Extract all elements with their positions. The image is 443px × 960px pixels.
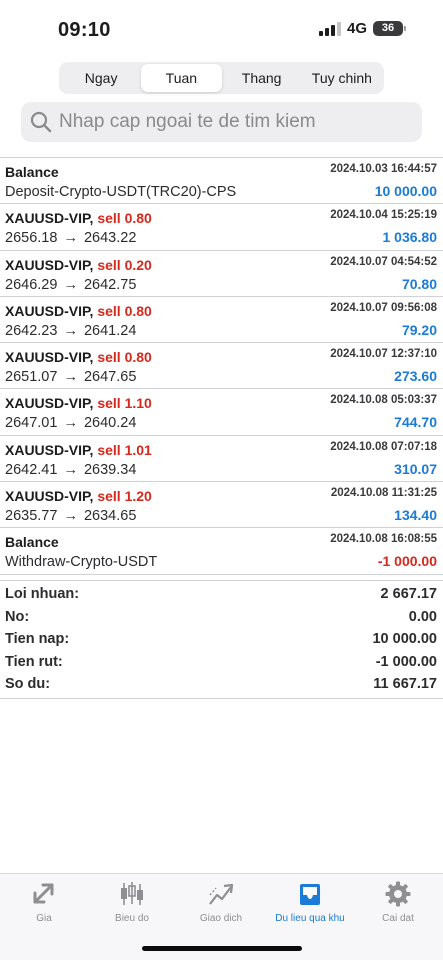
row-detail: Deposit-Crypto-USDT(TRC20)-CPS (5, 184, 237, 200)
history-row-withdraw[interactable]: Balance Withdraw-Crypto-USDT 2024.10.08 … (0, 528, 443, 575)
price-icon (33, 883, 54, 904)
summary-credit: No: 0.00 (5, 608, 437, 625)
status-indicators: 4G 36 (318, 20, 406, 37)
row-detail: Withdraw-Crypto-USDT (5, 554, 158, 571)
candlestick-chart-icon (121, 882, 143, 905)
arrow-right-icon: → (59, 369, 82, 386)
row-prices: 2642.41 → 2639.34 (5, 461, 137, 478)
search-bar[interactable] (21, 102, 422, 142)
row-amount: 79.20 (401, 321, 437, 338)
summary-balance: So du: 11 667.17 (5, 676, 437, 693)
trade-icon (209, 883, 234, 905)
row-prices: 2635.77 → 2634.65 (5, 508, 137, 525)
row-time: 2024.10.08 16:08:55 (330, 533, 437, 546)
row-side: sell 1.20 (97, 488, 152, 505)
summary-profit: Loi nhuan: 2 667.17 (5, 586, 437, 603)
row-prices: 2647.01 → 2640.24 (5, 415, 137, 432)
row-amount: -1 000.00 (377, 553, 437, 570)
period-segmented-control: Ngay Tuan Thang Tuy chinh (59, 62, 384, 94)
signal-icon (318, 21, 341, 36)
segment-day[interactable]: Ngay (61, 64, 141, 92)
search-input[interactable] (59, 111, 399, 133)
tab-chart[interactable]: Bieu do (88, 880, 176, 924)
history-row-deposit[interactable]: Balance Deposit-Crypto-USDT(TRC20)-CPS 2… (0, 158, 443, 205)
history-row-trade[interactable]: XAUUSD-VIP, sell 1.01 2642.41 → 2639.34 … (0, 436, 443, 483)
summary-withdrawal: Tien rut: -1 000.00 (5, 653, 437, 670)
segment-month[interactable]: Thang (222, 64, 302, 92)
tab-trade[interactable]: Giao dich (177, 880, 265, 924)
row-side: sell 0.80 (97, 302, 152, 319)
inbox-history-icon (300, 884, 320, 905)
summary-divider (0, 698, 443, 699)
search-icon (30, 111, 52, 133)
segment-week[interactable]: Tuan (141, 64, 222, 92)
row-side: sell 0.20 (97, 256, 152, 273)
row-time: 2024.10.07 12:37:10 (330, 348, 437, 361)
arrow-right-icon: → (59, 508, 82, 525)
battery-icon: 36 (373, 21, 406, 36)
row-time: 2024.10.08 05:03:37 (330, 394, 437, 407)
row-side: sell 0.80 (97, 349, 152, 366)
row-amount: 10 000.00 (374, 183, 437, 199)
row-time: 2024.10.08 07:07:18 (330, 440, 437, 453)
tab-history[interactable]: Du lieu qua khu (266, 880, 354, 924)
row-amount: 744.70 (394, 414, 437, 431)
arrow-right-icon: → (59, 230, 82, 247)
history-row-trade[interactable]: XAUUSD-VIP, sell 1.20 2635.77 → 2634.65 … (0, 482, 443, 529)
arrow-right-icon: → (59, 322, 82, 339)
history-row-trade[interactable]: XAUUSD-VIP, sell 1.10 2647.01 → 2640.24 … (0, 389, 443, 436)
summary-deposit: Tien nap: 10 000.00 (5, 631, 437, 648)
row-side: sell 1.01 (97, 441, 152, 458)
history-row-trade[interactable]: XAUUSD-VIP, sell 0.20 2646.29 → 2642.75 … (0, 251, 443, 297)
summary-block: Loi nhuan: 2 667.17 No: 0.00 Tien nap: 10 0… (0, 580, 443, 696)
row-prices: 2646.29 → 2642.75 (5, 276, 137, 293)
arrow-right-icon: → (59, 276, 82, 293)
tab-settings[interactable]: Cai dat (354, 880, 442, 924)
row-amount: 134.40 (394, 507, 437, 524)
row-amount: 70.80 (401, 275, 437, 292)
row-time: 2024.10.07 04:54:52 (330, 255, 437, 268)
row-time: 2024.10.04 15:25:19 (330, 209, 437, 222)
row-side: sell 1.10 (97, 395, 152, 412)
row-prices: 2642.23 → 2641.24 (5, 322, 137, 339)
row-time: 2024.10.03 16:44:57 (330, 163, 437, 175)
home-indicator[interactable] (142, 946, 302, 951)
arrow-right-icon: → (59, 415, 82, 432)
row-prices: 2651.07 → 2647.65 (5, 369, 137, 386)
segment-custom[interactable]: Tuy chinh (302, 64, 382, 92)
row-time: 2024.10.08 11:31:25 (330, 487, 437, 500)
history-row-trade[interactable]: XAUUSD-VIP, sell 0.80 2642.23 → 2641.24 … (0, 297, 443, 344)
gear-icon (385, 881, 411, 907)
row-side: sell 0.80 (97, 210, 152, 227)
network-type: 4G (346, 20, 367, 37)
history-row-trade[interactable]: XAUUSD-VIP, sell 0.80 2651.07 → 2647.65 … (0, 343, 443, 390)
status-bar: 09:10 4G 36 (0, 0, 443, 58)
row-amount: 1 036.80 (382, 229, 438, 246)
clock: 09:10 (58, 19, 111, 41)
row-amount: 273.60 (394, 368, 437, 385)
row-prices: 2656.18 → 2643.22 (5, 230, 137, 247)
history-list: Balance Deposit-Crypto-USDT(TRC20)-CPS 2… (0, 157, 443, 575)
row-amount: 310.07 (394, 460, 437, 477)
row-time: 2024.10.07 09:56:08 (330, 301, 437, 314)
arrow-right-icon: → (59, 461, 82, 478)
history-row-trade[interactable]: XAUUSD-VIP, sell 0.80 2656.18 → 2643.22 … (0, 204, 443, 251)
tab-price[interactable]: Gia (0, 880, 88, 924)
